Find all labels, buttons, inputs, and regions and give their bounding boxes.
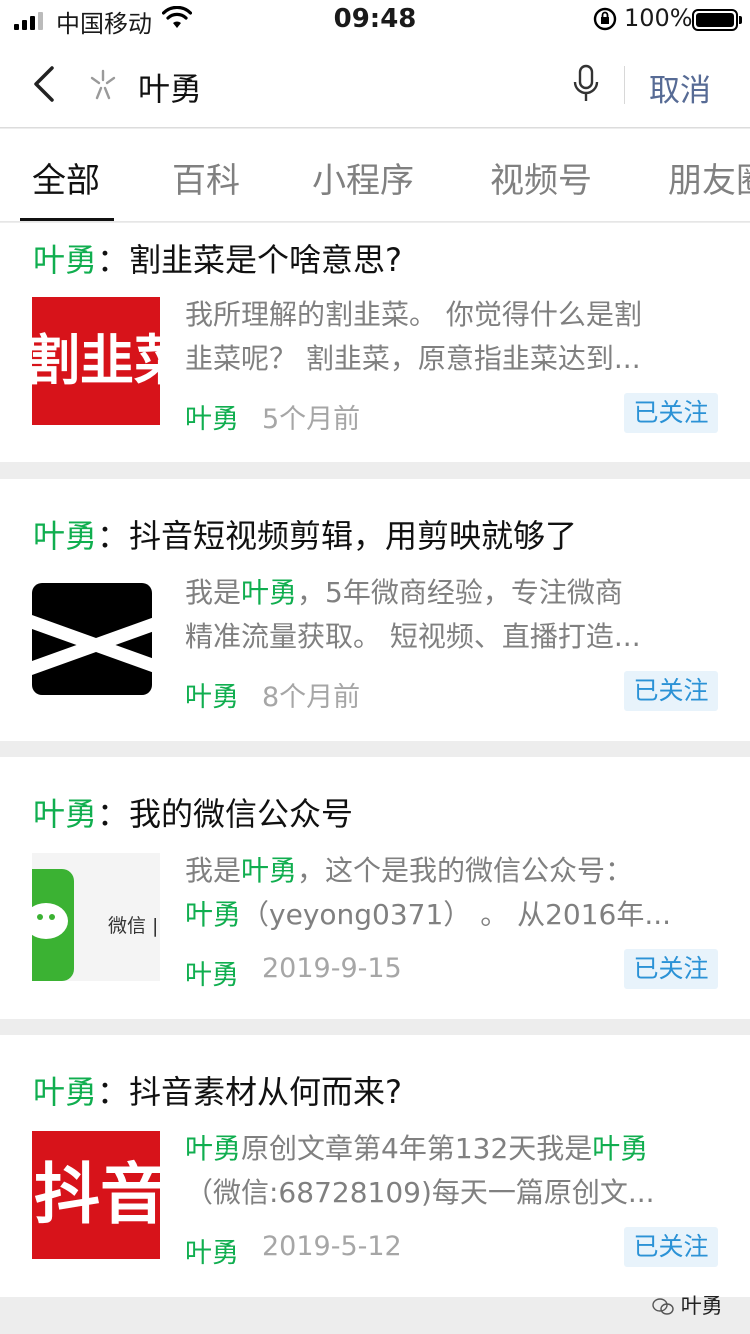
- result-snippet: 叶勇原创文章第4年第132天我是叶勇 （微信:68728109)每天一篇原创文.…: [185, 1132, 655, 1209]
- cancel-button[interactable]: 取消: [649, 65, 711, 110]
- followed-badge[interactable]: 已关注: [624, 1227, 718, 1267]
- watermark: 叶勇: [652, 1290, 723, 1320]
- tab-channels[interactable]: 视频号: [490, 153, 592, 202]
- active-tab-indicator: [20, 218, 114, 221]
- result-date: 2019-5-12: [262, 1231, 402, 1262]
- result-source[interactable]: 叶勇: [185, 397, 239, 436]
- followed-badge[interactable]: 已关注: [624, 671, 718, 711]
- search-logo-icon: [90, 69, 116, 100]
- battery-icon: [692, 9, 742, 31]
- result-thumbnail: 微信 |: [32, 853, 160, 981]
- result-title[interactable]: 叶勇：抖音素材从何而来?: [33, 1067, 402, 1113]
- result-title[interactable]: 叶勇：我的微信公众号: [33, 789, 353, 835]
- back-arrow-icon[interactable]: [26, 64, 66, 104]
- result-snippet: 我是叶勇，这个是我的微信公众号： 叶勇（yeyong0371） 。 从2016年…: [185, 854, 672, 931]
- capcut-logo-icon: [32, 575, 160, 703]
- result-card[interactable]: 叶勇：抖音素材从何而来? 抖音 叶勇原创文章第4年第132天我是叶勇 （微信:6…: [0, 1035, 750, 1297]
- result-date: 2019-9-15: [262, 953, 402, 984]
- result-snippet: 我所理解的割韭菜。 你觉得什么是割 韭菜呢？ 割韭菜，原意指韭菜达到...: [185, 298, 642, 375]
- status-bar: 中国移动 09:48 100%: [0, 0, 750, 40]
- result-thumbnail: 抖音: [32, 1131, 160, 1259]
- result-title[interactable]: 叶勇：抖音短视频剪辑，用剪映就够了: [33, 511, 577, 557]
- followed-badge[interactable]: 已关注: [624, 949, 718, 989]
- wechat-small-icon: [652, 1298, 674, 1315]
- search-input[interactable]: 叶勇: [138, 64, 202, 110]
- result-thumbnail: 割韭菜: [32, 297, 160, 425]
- result-thumbnail: [32, 575, 160, 703]
- followed-badge[interactable]: 已关注: [624, 393, 718, 433]
- result-source[interactable]: 叶勇: [185, 1231, 239, 1270]
- result-source[interactable]: 叶勇: [185, 953, 239, 992]
- result-card[interactable]: 叶勇：我的微信公众号 微信 | 我是叶勇，这个是我的微信公众号： 叶勇（yeyo…: [0, 757, 750, 1019]
- result-snippet: 我是叶勇，5年微商经验，专注微商 精准流量获取。 短视频、直播打造...: [185, 576, 641, 653]
- tab-all[interactable]: 全部: [32, 153, 100, 202]
- tab-bar: 全部 百科 小程序 视频号 朋友圈: [0, 129, 750, 222]
- result-card[interactable]: 叶勇：抖音短视频剪辑，用剪映就够了 我是叶勇，5年微商经验，专注微商 精准流量获…: [0, 479, 750, 741]
- orientation-lock-icon: [593, 7, 617, 31]
- result-card[interactable]: 叶勇：割韭菜是个啥意思? 割韭菜 我所理解的割韭菜。 你觉得什么是割 韭菜呢？ …: [0, 223, 750, 462]
- result-title[interactable]: 叶勇：割韭菜是个啥意思?: [33, 235, 402, 281]
- search-bar: 叶勇 取消: [0, 40, 750, 128]
- tab-mini-programs[interactable]: 小程序: [312, 153, 414, 202]
- divider: [624, 66, 625, 104]
- battery-percent: 100%: [624, 4, 693, 32]
- tab-moments[interactable]: 朋友圈: [668, 153, 750, 202]
- microphone-icon[interactable]: [572, 64, 600, 104]
- result-date: 5个月前: [262, 404, 361, 435]
- tab-encyclopedia[interactable]: 百科: [172, 153, 240, 202]
- result-date: 8个月前: [262, 682, 361, 713]
- result-source[interactable]: 叶勇: [185, 675, 239, 714]
